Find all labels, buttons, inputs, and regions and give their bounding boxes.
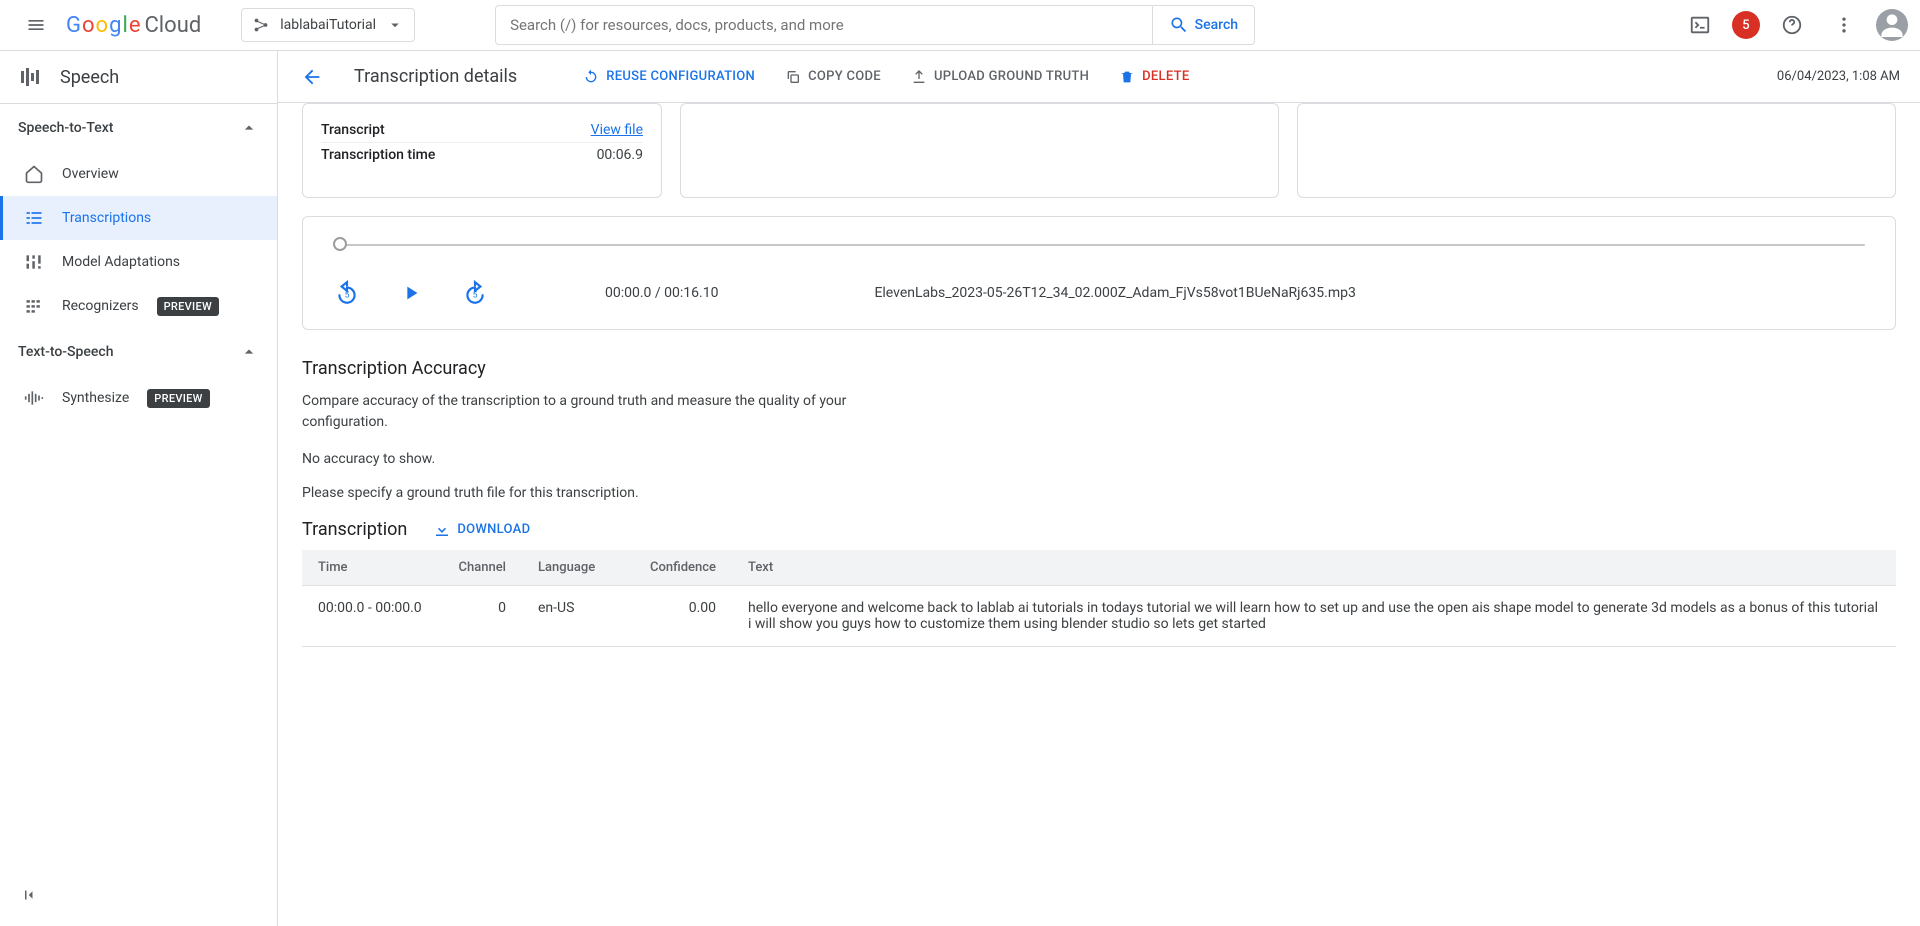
preview-badge: PREVIEW xyxy=(147,389,209,408)
tune-icon xyxy=(24,252,44,272)
transcription-title: Transcription xyxy=(302,519,407,540)
nav-section-text-to-speech[interactable]: Text-to-Speech xyxy=(0,328,277,376)
main-menu-button[interactable] xyxy=(12,1,60,49)
delete-button[interactable]: DELETE xyxy=(1115,61,1193,93)
copy-icon xyxy=(785,69,801,85)
trash-icon xyxy=(1119,69,1135,85)
forward-5-button[interactable]: 5 xyxy=(461,279,489,307)
copy-code-button[interactable]: COPY CODE xyxy=(781,61,885,93)
cell-channel: 0 xyxy=(442,586,522,647)
col-channel: Channel xyxy=(442,550,522,586)
transcription-time-label: Transcription time xyxy=(321,147,435,163)
col-time: Time xyxy=(302,550,442,586)
empty-card-1 xyxy=(680,103,1279,198)
col-language: Language xyxy=(522,550,622,586)
col-confidence: Confidence xyxy=(622,550,732,586)
nav-recognizers[interactable]: Recognizers PREVIEW xyxy=(0,284,277,328)
header-right: 5 xyxy=(1680,5,1908,45)
sidebar-product-title[interactable]: Speech xyxy=(0,51,277,104)
dropdown-icon xyxy=(386,16,404,34)
content: Transcript View file Transcription time … xyxy=(278,103,1920,926)
refresh-icon xyxy=(583,69,599,85)
cloud-shell-button[interactable] xyxy=(1680,5,1720,45)
upload-icon xyxy=(911,69,927,85)
project-selector[interactable]: lablabaiTutorial xyxy=(241,8,415,42)
project-name: lablabaiTutorial xyxy=(280,17,376,33)
playback-time: 00:00.0 / 00:16.10 xyxy=(605,285,718,301)
nav-overview[interactable]: Overview xyxy=(0,152,277,196)
main: Transcription details REUSE CONFIGURATIO… xyxy=(278,51,1920,926)
nav-model-adaptations[interactable]: Model Adaptations xyxy=(0,240,277,284)
page-title: Transcription details xyxy=(354,66,517,87)
created-timestamp: 06/04/2023, 1:08 AM xyxy=(1777,69,1900,84)
arrow-back-icon xyxy=(301,66,323,88)
sidebar-collapse-button[interactable] xyxy=(14,878,48,916)
empty-card-2 xyxy=(1297,103,1896,198)
transcription-table: Time Channel Language Confidence Text 00… xyxy=(302,550,1896,647)
account-avatar[interactable] xyxy=(1876,9,1908,41)
top-header: GoogleCloud lablabaiTutorial Search 5 xyxy=(0,0,1920,51)
download-icon xyxy=(433,521,451,539)
cell-time: 00:00.0 - 00:00.0 xyxy=(302,586,442,647)
reuse-configuration-button[interactable]: REUSE CONFIGURATION xyxy=(579,61,759,93)
search-icon xyxy=(1169,15,1189,35)
download-button[interactable]: DOWNLOAD xyxy=(433,521,530,539)
info-cards-row: Transcript View file Transcription time … xyxy=(302,103,1896,198)
speech-icon xyxy=(18,65,42,89)
transcription-time-value: 00:06.9 xyxy=(597,147,643,163)
nav-synthesize[interactable]: Synthesize PREVIEW xyxy=(0,376,277,420)
nav-transcriptions[interactable]: Transcriptions xyxy=(0,196,277,240)
list-icon xyxy=(24,208,44,228)
transcription-section-head: Transcription DOWNLOAD xyxy=(302,519,1896,540)
more-menu-button[interactable] xyxy=(1824,5,1864,45)
chevron-up-icon xyxy=(239,118,259,138)
sidebar: Speech Speech-to-Text Overview Transcrip… xyxy=(0,51,278,926)
svg-text:5: 5 xyxy=(473,290,478,300)
forward-5-icon: 5 xyxy=(462,280,488,306)
table-header-row: Time Channel Language Confidence Text xyxy=(302,550,1896,586)
col-text: Text xyxy=(732,550,1896,586)
audio-player-card: 5 5 00:00.0 / 00:16.10 ElevenLabs_2023-0… xyxy=(302,216,1896,330)
rewind-5-button[interactable]: 5 xyxy=(333,279,361,307)
cell-text: hello everyone and welcome back to labla… xyxy=(732,586,1896,647)
preview-badge: PREVIEW xyxy=(157,297,219,316)
table-row[interactable]: 00:00.0 - 00:00.0 0 en-US 0.00 hello eve… xyxy=(302,586,1896,647)
play-button[interactable] xyxy=(397,279,425,307)
cell-confidence: 0.00 xyxy=(622,586,732,647)
back-button[interactable] xyxy=(292,57,332,97)
home-icon xyxy=(24,164,44,184)
notifications-badge[interactable]: 5 xyxy=(1732,11,1760,39)
audio-filename: ElevenLabs_2023-05-26T12_34_02.000Z_Adam… xyxy=(874,285,1355,301)
upload-ground-truth-button[interactable]: UPLOAD GROUND TRUTH xyxy=(907,61,1093,93)
transcript-info-card: Transcript View file Transcription time … xyxy=(302,103,662,198)
svg-text:5: 5 xyxy=(345,290,350,300)
accuracy-empty: No accuracy to show. xyxy=(302,451,1896,467)
cell-language: en-US xyxy=(522,586,622,647)
search-input[interactable] xyxy=(495,5,1152,45)
grid-icon xyxy=(24,296,44,316)
detail-header: Transcription details REUSE CONFIGURATIO… xyxy=(278,51,1920,103)
search-button[interactable]: Search xyxy=(1152,5,1255,45)
chevron-left-collapse-icon xyxy=(22,886,40,904)
accuracy-description: Compare accuracy of the transcription to… xyxy=(302,391,862,433)
player-controls: 5 5 00:00.0 / 00:16.10 ElevenLabs_2023-0… xyxy=(333,279,1865,307)
search-wrap: Search xyxy=(495,5,1255,45)
view-file-link[interactable]: View file xyxy=(591,122,643,138)
google-cloud-logo[interactable]: GoogleCloud xyxy=(66,13,201,38)
replay-5-icon: 5 xyxy=(334,280,360,306)
audio-progress-track[interactable] xyxy=(333,239,1865,251)
play-icon xyxy=(400,282,422,304)
help-button[interactable] xyxy=(1772,5,1812,45)
accuracy-hint: Please specify a ground truth file for t… xyxy=(302,485,1896,501)
wave-icon xyxy=(24,388,44,408)
chevron-up-icon xyxy=(239,342,259,362)
audio-progress-thumb[interactable] xyxy=(333,237,347,251)
accuracy-title: Transcription Accuracy xyxy=(302,358,1896,379)
transcript-label: Transcript xyxy=(321,122,385,138)
nav-section-speech-to-text[interactable]: Speech-to-Text xyxy=(0,104,277,152)
